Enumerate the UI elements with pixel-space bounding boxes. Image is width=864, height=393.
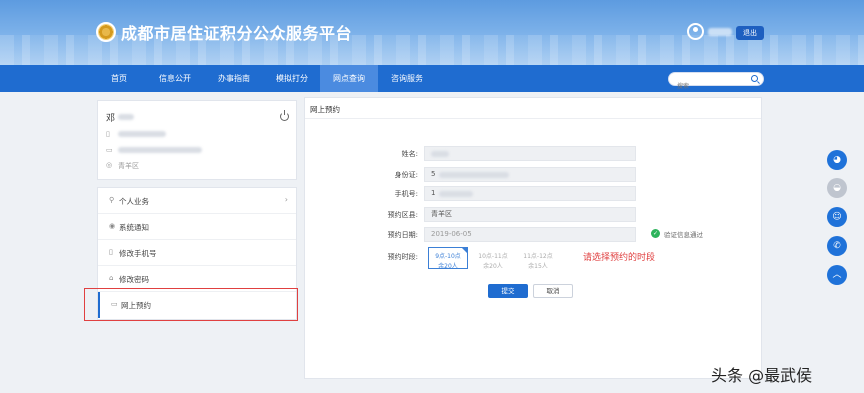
back-to-top-icon[interactable]: ︿: [827, 265, 847, 285]
menu-item-personal[interactable]: ⚲ 个人业务 ›: [98, 188, 296, 214]
cancel-button[interactable]: 取消: [533, 284, 573, 298]
lock-icon: ⌂: [109, 274, 114, 282]
nav-item-info[interactable]: 信息公开: [146, 65, 204, 92]
menu-item-label: 个人业务: [119, 197, 149, 206]
slot-option-11-12[interactable]: 11点-12点 余15人: [518, 247, 558, 270]
user-icon: ⚲: [109, 196, 115, 204]
chevron-right-icon: ›: [284, 195, 288, 204]
id-card-prefix: 5: [431, 170, 436, 178]
site-logo-icon[interactable]: [96, 22, 116, 42]
phone-icon: ▯: [106, 130, 110, 138]
date-field[interactable]: 2019-06-05: [424, 227, 636, 242]
id-card-field: 5: [424, 167, 636, 182]
logout-button[interactable]: 退出: [736, 26, 764, 40]
slot-count: 余20人: [483, 263, 503, 270]
check-circle-icon: ✓: [651, 229, 660, 238]
slot-count: 余20人: [438, 263, 458, 270]
phone-icon: ▯: [109, 248, 113, 256]
nav-item-score[interactable]: 模拟打分: [264, 65, 320, 92]
profile-phone-blurred: [118, 131, 166, 137]
nav-item-outlet[interactable]: 网点查询: [320, 65, 378, 92]
name-field: [424, 146, 636, 161]
submit-button[interactable]: 提交: [488, 284, 528, 298]
menu-item-label: 修改手机号: [119, 249, 157, 258]
weibo-icon[interactable]: ◒: [827, 178, 847, 198]
menu-item-notice[interactable]: ◉ 系统通知: [98, 214, 296, 240]
eye-icon: ◉: [109, 222, 116, 230]
search-icon[interactable]: [751, 75, 758, 82]
power-icon[interactable]: [280, 110, 289, 121]
phone-field: 1: [424, 186, 636, 201]
site-header: 成都市居住证积分公众服务平台 退出: [0, 0, 864, 65]
id-card-icon: ▭: [106, 146, 113, 154]
nav-item-home[interactable]: 首页: [96, 65, 142, 92]
search-input[interactable]: [677, 81, 757, 93]
location-icon: ◎: [106, 161, 113, 169]
menu-item-change-phone[interactable]: ▯ 修改手机号: [98, 240, 296, 266]
site-title: 成都市居住证积分公众服务平台: [121, 24, 353, 43]
profile-id-blurred: [118, 147, 202, 153]
phone-value-blurred: [439, 191, 473, 197]
label-id-card: 身份证:: [394, 171, 418, 179]
slot-option-9-10[interactable]: 9点-10点 余20人: [428, 247, 468, 270]
label-slot: 预约时段:: [387, 253, 418, 261]
menu-item-label: 修改密码: [119, 275, 149, 284]
verify-status: 验证信息通过: [664, 231, 703, 239]
label-phone: 手机号:: [394, 190, 418, 198]
user-name-blurred: [708, 28, 732, 36]
slot-count: 余15人: [528, 263, 548, 270]
name-value-blurred: [431, 151, 449, 157]
label-district: 预约区县:: [387, 211, 418, 219]
watermark: 头条 @最武侯: [711, 366, 813, 385]
panel-divider: [305, 118, 761, 119]
slot-time: 10点-11点: [478, 253, 508, 260]
panel-title: 网上预约: [310, 105, 340, 114]
slot-time: 9点-10点: [435, 253, 461, 260]
profile-district: 青羊区: [118, 162, 139, 170]
user-avatar-icon[interactable]: [687, 23, 704, 40]
slot-option-10-11[interactable]: 10点-11点 余20人: [473, 247, 513, 270]
label-name: 姓名:: [401, 150, 418, 158]
profile-name: 邓: [106, 114, 116, 124]
phone-icon[interactable]: ✆: [827, 236, 847, 256]
menu-item-label: 系统通知: [119, 223, 149, 232]
highlight-annotation: [84, 288, 298, 321]
slot-hint-annotation: 请选择预约的时段: [583, 253, 656, 263]
qq-icon[interactable]: ☺: [827, 207, 847, 227]
label-date: 预约日期:: [387, 231, 418, 239]
nav-item-consult[interactable]: 咨询服务: [380, 65, 434, 92]
district-field: 青羊区: [424, 207, 636, 222]
profile-card: 邓 ▯ ▭ ◎ 青羊区: [97, 100, 297, 180]
wechat-icon[interactable]: ◕: [827, 150, 847, 170]
slot-time: 11点-12点: [523, 253, 553, 260]
nav-search-box[interactable]: [668, 72, 764, 93]
phone-prefix: 1: [431, 189, 436, 197]
id-card-value-blurred: [439, 172, 509, 178]
profile-name-blurred: [118, 114, 134, 120]
nav-item-guide[interactable]: 办事指南: [206, 65, 262, 92]
